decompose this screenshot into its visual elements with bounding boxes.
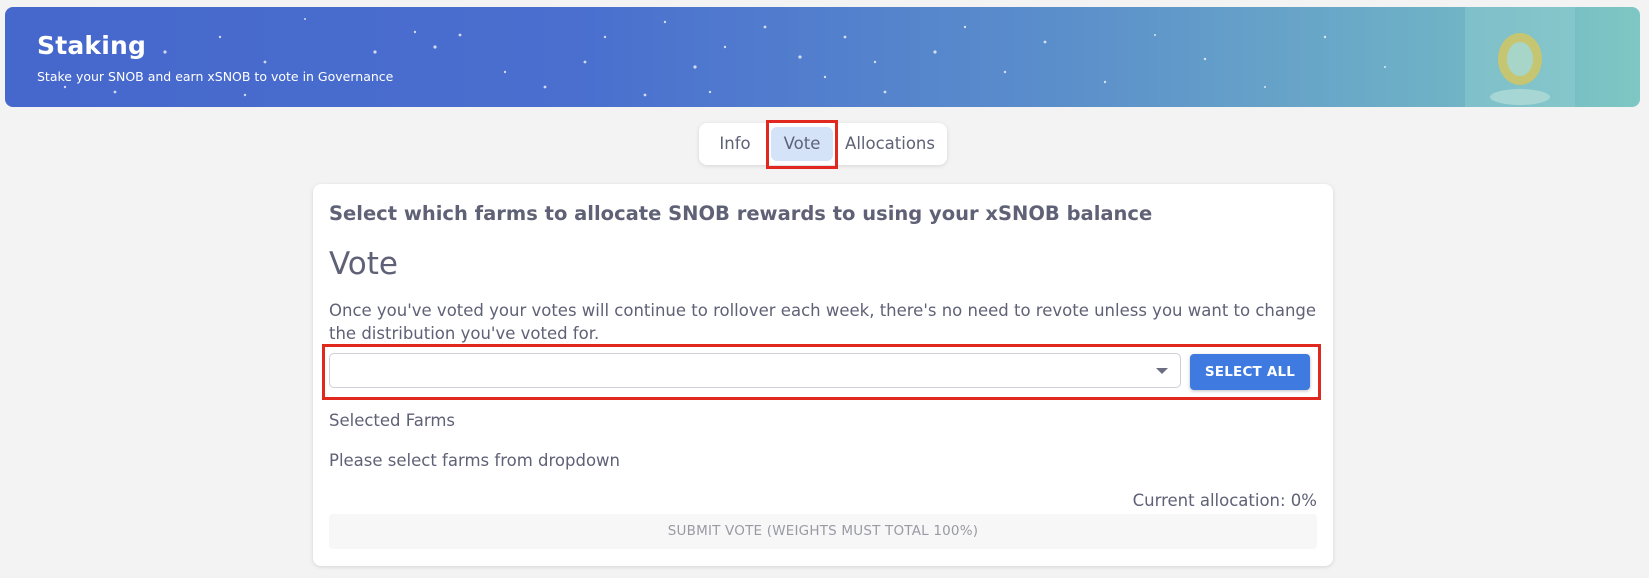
tab-bar: Info Vote Allocations — [699, 123, 947, 165]
tab-allocations[interactable]: Allocations — [840, 127, 940, 161]
page-subtitle: Stake your SNOB and earn xSNOB to vote i… — [37, 69, 394, 84]
empty-farms-message: Please select farms from dropdown — [329, 451, 621, 470]
vote-heading: Select which farms to allocate SNOB rewa… — [329, 202, 1153, 225]
page-banner: Staking Stake your SNOB and earn xSNOB t… — [5, 7, 1640, 107]
selected-farms-label: Selected Farms — [329, 411, 456, 430]
chevron-down-icon[interactable] — [1156, 368, 1168, 374]
vote-description: Once you've voted your votes will contin… — [329, 301, 1317, 343]
page-title: Staking — [37, 31, 147, 60]
snowball-mascot-icon — [1465, 7, 1575, 107]
submit-vote-button[interactable]: SUBMIT VOTE (WEIGHTS MUST TOTAL 100%) — [329, 514, 1317, 549]
starfield-decoration — [63, 18, 1386, 97]
tab-vote[interactable]: Vote — [771, 127, 833, 161]
farm-select-dropdown[interactable] — [329, 353, 1181, 388]
current-allocation: Current allocation: 0% — [1132, 491, 1317, 510]
vote-title: Vote — [329, 246, 398, 282]
vote-card: Select which farms to allocate SNOB rewa… — [313, 184, 1333, 566]
select-all-button[interactable]: SELECT ALL — [1190, 354, 1310, 390]
tab-info[interactable]: Info — [715, 127, 755, 161]
